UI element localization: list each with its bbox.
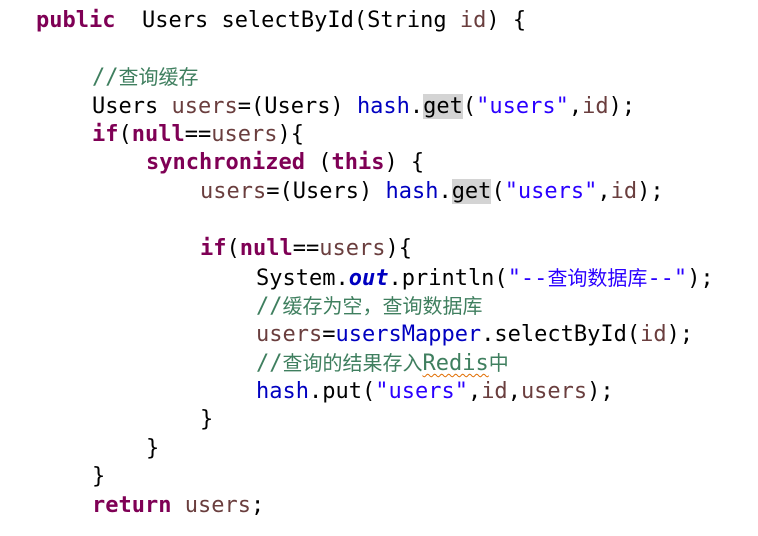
code-token: ){ <box>385 236 412 261</box>
code-token: ); <box>608 94 636 119</box>
code-token: public <box>36 8 116 33</box>
code-line: } <box>92 462 105 492</box>
code-token: ( <box>491 179 505 204</box>
code-token: . <box>409 94 424 119</box>
code-token: . <box>438 179 452 204</box>
code-token: ){ <box>277 122 304 147</box>
code-token: 查询缓存 <box>118 65 199 89</box>
code-token: ( <box>462 94 477 119</box>
code-token: } <box>92 464 106 489</box>
code-token: synchronized <box>146 150 305 175</box>
code-editor[interactable]: public Users selectById(String id) {//查询… <box>0 0 758 536</box>
code-token: 缓存为空，查询数据库 <box>282 294 483 318</box>
code-token: "users" <box>504 179 598 204</box>
code-token: ( <box>304 150 332 175</box>
code-token: id <box>640 322 667 347</box>
code-token: ( <box>226 236 240 261</box>
code-token: if <box>200 236 227 261</box>
code-token: } <box>200 407 214 432</box>
code-token: Redis <box>422 351 489 376</box>
code-token: , <box>597 179 611 204</box>
code-token: .selectById( <box>481 322 641 347</box>
code-token: hash <box>256 379 309 404</box>
code-line: //查询缓存 <box>92 62 199 92</box>
code-token: users <box>520 379 588 404</box>
code-token: id <box>582 94 609 119</box>
code-token: ); <box>637 179 664 204</box>
code-line: System.out.println("--查询数据库--"); <box>256 263 714 293</box>
code-token: get <box>451 179 492 204</box>
code-line: public Users selectById(String id) { <box>36 6 526 36</box>
code-token: == <box>292 236 320 261</box>
code-token: 查询的结果存入 <box>282 351 423 375</box>
code-token: , <box>467 379 482 404</box>
code-line: //缓存为空，查询数据库 <box>256 291 483 321</box>
code-token: hash <box>356 94 410 119</box>
code-token: ); <box>587 379 614 404</box>
code-token: .println( <box>388 266 508 291</box>
code-token: hash <box>385 179 439 204</box>
code-line: } <box>146 434 159 464</box>
code-token: null <box>131 122 185 147</box>
code-token: users <box>200 179 267 204</box>
code-token: // <box>256 351 283 376</box>
code-line: return users; <box>92 491 264 521</box>
code-token: =(Users) <box>266 179 386 204</box>
code-token: } <box>146 436 160 461</box>
code-line: Users users=(Users) hash.get("users",id)… <box>92 92 635 122</box>
code-token: users <box>171 94 238 119</box>
code-token: out <box>348 266 389 291</box>
code-token: = <box>322 322 336 347</box>
code-token: ; <box>250 493 265 518</box>
code-token: users <box>319 236 386 261</box>
code-token: 查询数据库 <box>547 266 648 290</box>
code-token: // <box>256 294 283 319</box>
code-token: Users selectById(String <box>115 8 460 33</box>
code-token: return <box>92 493 172 518</box>
code-line: users=usersMapper.selectById(id); <box>256 320 693 350</box>
code-token: =(Users) <box>237 94 357 119</box>
code-token: users <box>256 322 323 347</box>
code-line: if(null==users){ <box>92 120 304 150</box>
code-token: if <box>92 122 119 147</box>
code-token: null <box>239 236 293 261</box>
code-token: users <box>211 122 278 147</box>
code-token: ( <box>118 122 132 147</box>
code-line: } <box>200 405 213 435</box>
code-line: //查询的结果存入Redis中 <box>256 348 509 378</box>
code-token: , <box>568 94 583 119</box>
code-token: this <box>331 150 385 175</box>
code-token: , <box>507 379 521 404</box>
code-token: users <box>184 493 251 518</box>
code-token: ) { <box>486 8 527 33</box>
code-line: hash.put("users",id,users); <box>256 377 614 407</box>
code-token: .put( <box>308 379 376 404</box>
code-token: "users" <box>476 94 569 119</box>
code-token: ) { <box>384 150 425 175</box>
code-token: id <box>481 379 508 404</box>
code-token: ); <box>666 322 694 347</box>
code-token: id <box>610 179 638 204</box>
code-token: Users <box>92 94 172 119</box>
code-token: "users" <box>375 379 468 404</box>
code-token: "-- <box>507 266 548 291</box>
code-line: synchronized (this) { <box>146 148 424 178</box>
code-token: System. <box>256 266 349 291</box>
code-token: 中 <box>488 351 509 375</box>
code-token: == <box>184 122 212 147</box>
code-token: id <box>459 8 487 33</box>
code-token: get <box>423 94 463 119</box>
code-token: ); <box>687 266 714 291</box>
code-line: users=(Users) hash.get("users",id); <box>200 177 664 207</box>
code-token: // <box>92 65 119 90</box>
code-token: usersMapper <box>335 322 482 347</box>
code-token: --" <box>647 266 688 291</box>
code-line: if(null==users){ <box>200 234 412 264</box>
